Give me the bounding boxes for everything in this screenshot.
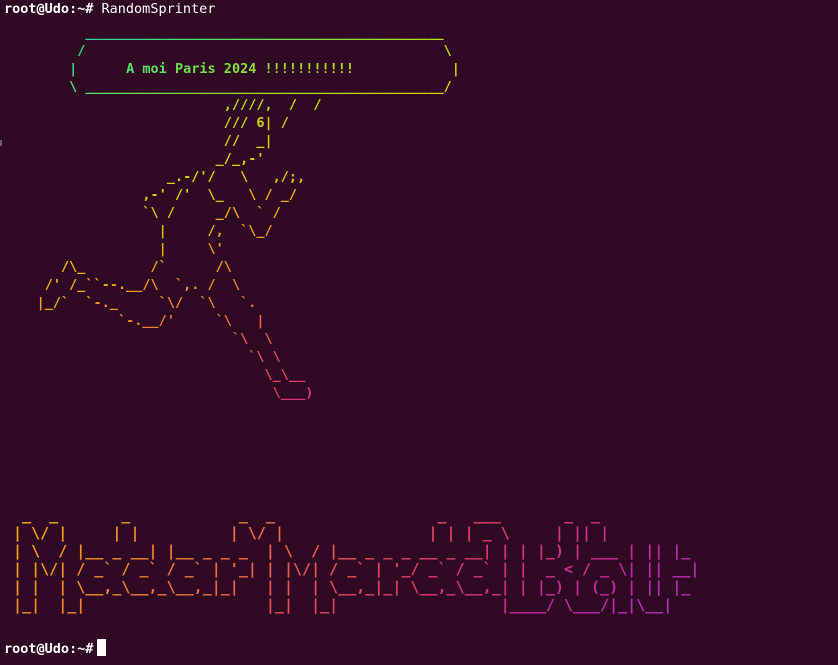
sprinter-ascii-art: ,////, / /// 6| / // _| _/_,-' _.-/'/ \ … bbox=[4, 96, 314, 402]
art-line: \ ______________________________________… bbox=[69, 79, 452, 95]
art-line: | |\/| / _` / _` / _` | '_| | |\/| / _` … bbox=[13, 560, 700, 578]
art-line: _/_,-' bbox=[215, 151, 265, 167]
art-line: | \ / |__ _ __| |__ _ _ _ | \ / |__ _ _ … bbox=[13, 542, 691, 560]
command-text: RandomSprinter bbox=[101, 1, 216, 17]
art-line: `-.__/' `\ | bbox=[117, 313, 265, 329]
art-line: | /, `\_/ bbox=[158, 223, 273, 239]
art-line: | A moi Paris 2024 !!!!!!!!!!! | bbox=[69, 61, 460, 77]
art-line: /\_ /` /\ bbox=[60, 259, 232, 275]
text-cursor bbox=[97, 639, 107, 656]
art-line: | \/ | | | | \/ | | | | _ \ | || | bbox=[13, 524, 610, 542]
art-line: / \ bbox=[77, 43, 452, 59]
art-line: |_| |_| |_| |_| |____/ \___/|_|\__| bbox=[13, 596, 673, 614]
art-line: |_/` `-._ `\/ `\ `. bbox=[36, 295, 257, 311]
prompt-text: root@Udo:~# bbox=[4, 1, 94, 17]
terminal-window[interactable]: root@Udo:~# RandomSprinter _____________… bbox=[0, 0, 838, 665]
banner-ascii-art: _ _ _ _ _ _ ___ _ _ | \/ | | | | \/ | | … bbox=[4, 506, 699, 614]
art-line: | | | \__,_\__,_\__,_|_| | | | \__,_|_| … bbox=[13, 578, 691, 596]
art-line: `\ / _/\ ` / bbox=[142, 205, 281, 221]
art-line: /' /_``--.__/\ `,. / \ bbox=[44, 277, 241, 293]
art-line: \_\__ bbox=[264, 367, 306, 383]
art-line: \___) bbox=[272, 385, 314, 401]
art-line: `\ \ bbox=[231, 331, 273, 347]
art-line: ,////, / bbox=[223, 97, 298, 113]
art-line: _.-/'/ \ ,/;, bbox=[166, 169, 306, 185]
art-line: _ _ _ _ _ _ ___ _ _ bbox=[22, 506, 601, 524]
command-line: root@Udo:~# RandomSprinter bbox=[4, 0, 215, 18]
prompt-text: root@Udo:~# bbox=[4, 641, 94, 657]
art-line: // _| bbox=[223, 133, 273, 149]
art-line: | \' bbox=[158, 241, 224, 257]
art-line: ________________________________________… bbox=[85, 25, 444, 41]
art-line: `\ \ bbox=[248, 349, 281, 365]
art-line: /// 6| / bbox=[223, 115, 289, 131]
input-prompt-line[interactable]: root@Udo:~# bbox=[4, 639, 107, 658]
scroll-marker bbox=[0, 140, 2, 146]
art-line: ,-' /' \_ \ / _/ bbox=[142, 187, 298, 203]
